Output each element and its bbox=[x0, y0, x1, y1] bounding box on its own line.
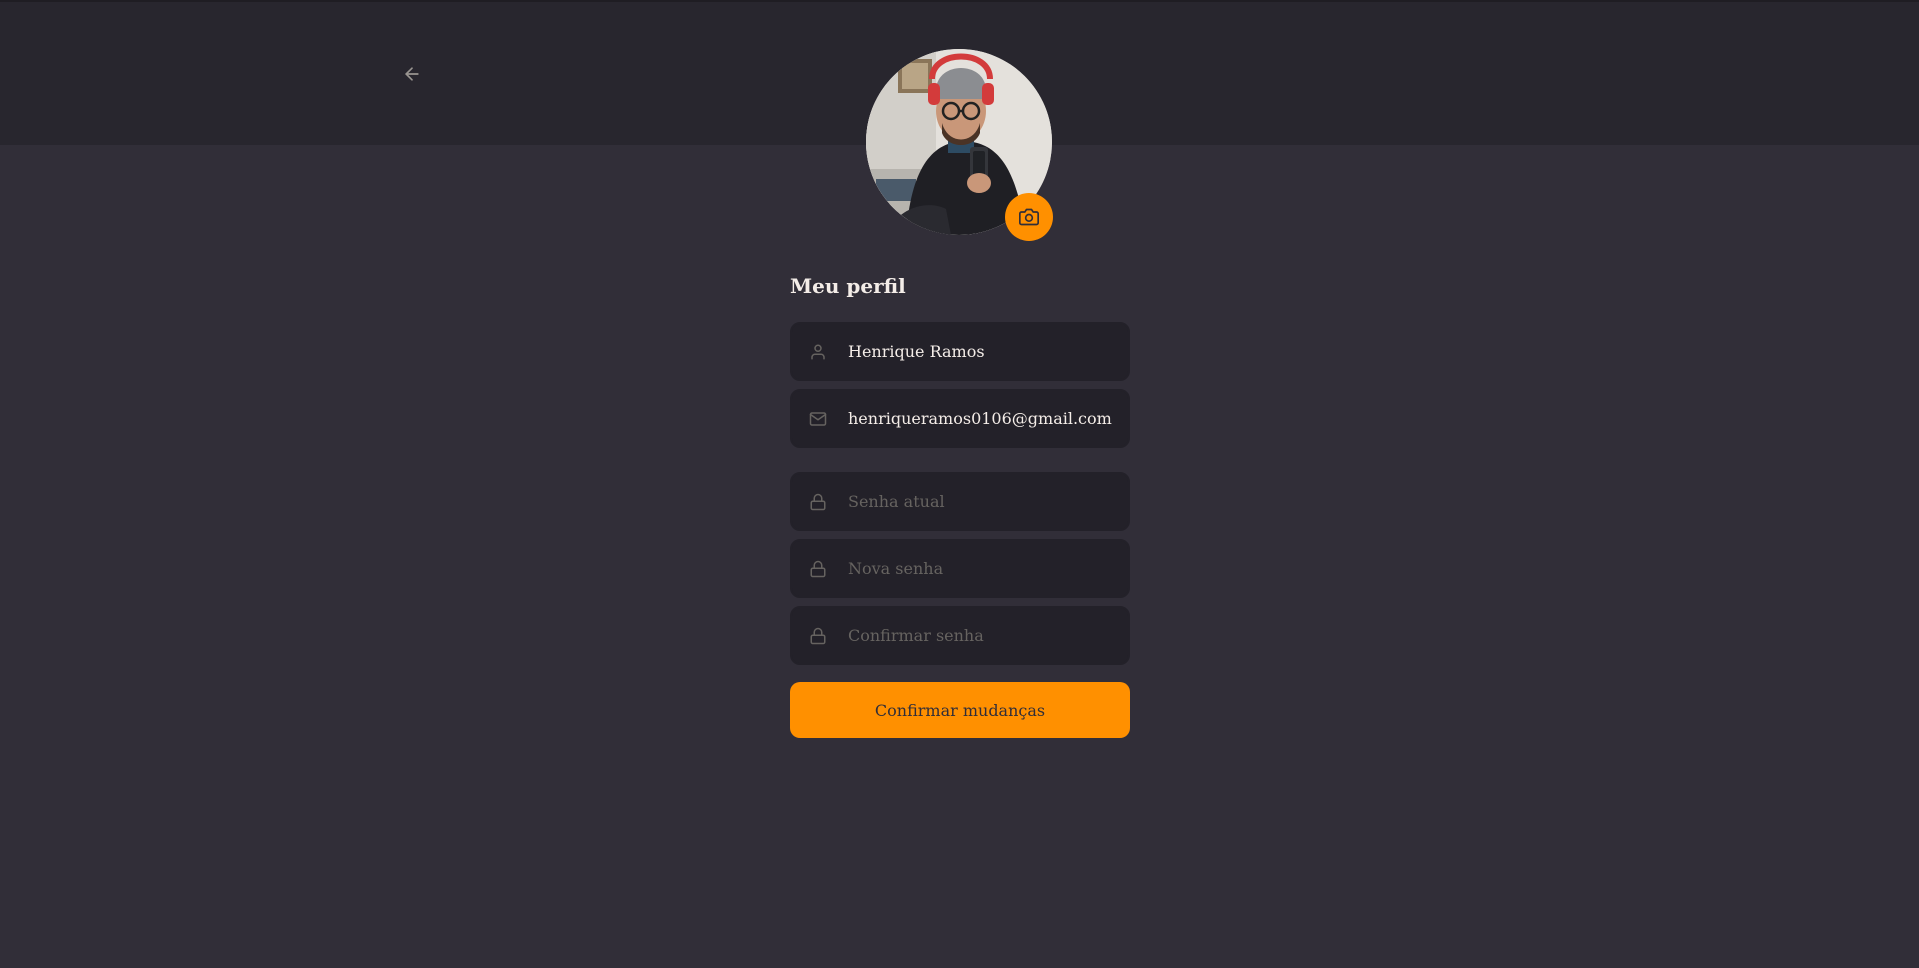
confirm-password-input[interactable] bbox=[848, 626, 1128, 645]
avatar-container bbox=[866, 49, 1053, 241]
new-password-field[interactable] bbox=[790, 539, 1130, 598]
back-button[interactable] bbox=[398, 60, 426, 88]
confirm-password-field[interactable] bbox=[790, 606, 1130, 665]
new-password-input[interactable] bbox=[848, 559, 1128, 578]
confirm-changes-button[interactable]: Confirmar mudanças bbox=[790, 682, 1130, 738]
page-title: Meu perfil bbox=[790, 274, 906, 298]
lock-icon bbox=[808, 626, 828, 646]
lock-icon bbox=[808, 492, 828, 512]
email-input[interactable] bbox=[848, 409, 1128, 428]
email-field[interactable] bbox=[790, 389, 1130, 448]
profile-page: Meu perfil Henrique Ramos henriqueramos0… bbox=[0, 0, 1919, 968]
mail-icon bbox=[808, 409, 828, 429]
user-icon bbox=[808, 342, 828, 362]
arrow-left-icon bbox=[405, 67, 419, 81]
name-input[interactable] bbox=[848, 342, 1128, 361]
lock-icon bbox=[808, 559, 828, 579]
old-password-field[interactable] bbox=[790, 472, 1130, 531]
change-avatar-button[interactable] bbox=[1005, 193, 1053, 241]
profile-form: Meu perfil Henrique Ramos henriqueramos0… bbox=[790, 268, 1130, 738]
old-password-input[interactable] bbox=[848, 492, 1128, 511]
name-field[interactable] bbox=[790, 322, 1130, 381]
camera-icon bbox=[1019, 208, 1039, 226]
